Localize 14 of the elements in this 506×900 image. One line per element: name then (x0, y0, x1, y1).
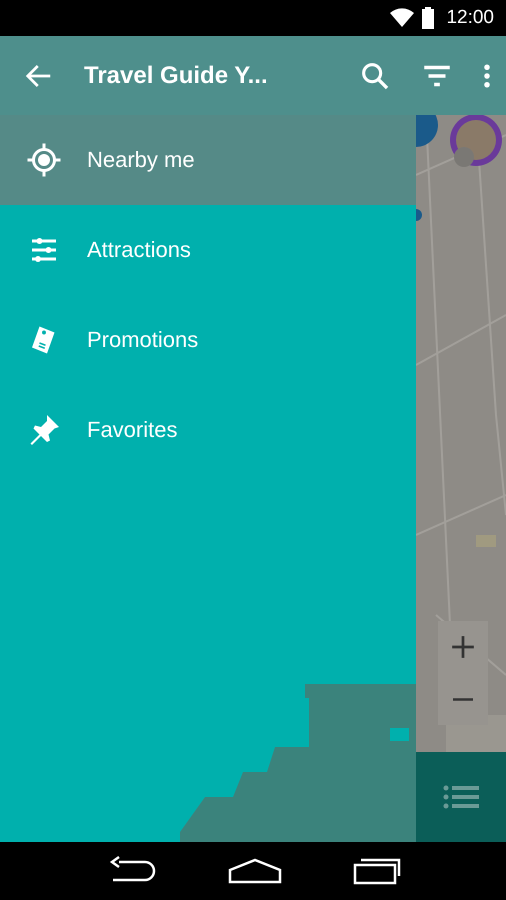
drawer-item[interactable]: Attractions (0, 205, 416, 295)
status-time: 12:00 (446, 7, 494, 29)
wifi-icon (390, 8, 414, 28)
battery-icon (422, 7, 434, 29)
plus-icon (450, 634, 476, 660)
app-title: Travel Guide Y... (84, 62, 269, 90)
minus-icon (450, 698, 476, 700)
drawer-item[interactable]: Favorites (0, 385, 416, 475)
list-icon[interactable] (443, 784, 479, 810)
drawer-item[interactable]: Nearby me (0, 115, 416, 205)
recent-apps-icon[interactable] (352, 857, 401, 885)
location-target-icon (26, 142, 62, 178)
home-icon[interactable] (228, 858, 282, 884)
drawer-item[interactable]: Promotions (0, 295, 416, 385)
